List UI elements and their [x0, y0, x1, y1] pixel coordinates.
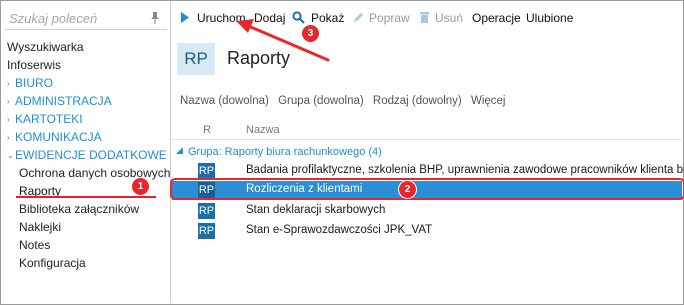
sidebar-item-naklejki[interactable]: Naklejki — [7, 218, 167, 236]
command-search — [5, 6, 167, 30]
sidebar-item-konfiguracja[interactable]: Konfiguracja — [7, 254, 167, 272]
chevron-down-icon: ◢ — [176, 145, 183, 155]
group-row[interactable]: ◢ Grupa: Raporty biura rachunkowego (4) — [172, 144, 682, 160]
report-icon: RP — [198, 163, 215, 179]
command-search-input[interactable] — [9, 8, 139, 28]
sidebar-group-administracja[interactable]: › ADMINISTRACJA — [7, 92, 167, 110]
report-name: Stan deklaracji skarbowych — [246, 204, 386, 216]
sidebar: Wyszukiwarka Infoserwis ›BIURO ›ADMINIST… — [1, 1, 171, 303]
chevron-right-icon: › — [7, 115, 10, 124]
chevron-right-icon: › — [7, 133, 10, 142]
step-badge-2: 2 — [399, 181, 416, 198]
sidebar-group-kartoteki[interactable]: › KARTOTEKI — [7, 110, 167, 128]
sidebar-item-biblioteka[interactable]: Biblioteka załączników — [7, 200, 167, 218]
sidebar-group-ewidencje-dodatkowe[interactable]: ⌄EWIDENCJE DODATKOWE — [7, 146, 167, 164]
trash-icon — [420, 12, 429, 23]
step-badge-1: 1 — [132, 178, 149, 195]
sidebar-item-wyszukiwarka[interactable]: Wyszukiwarka — [7, 38, 167, 56]
column-header-r[interactable]: R — [203, 124, 211, 136]
annotation-arrow — [236, 19, 330, 62]
chevron-right-icon: › — [7, 97, 10, 106]
sidebar-nav: Wyszukiwarka Infoserwis › BIURO › ADMINIST… — [7, 38, 170, 272]
favorites-menu[interactable]: Ulubione — [526, 10, 573, 26]
sidebar-item-notes[interactable]: Notes — [7, 236, 167, 254]
report-name: Badania profilaktyczne, szkolenia BHP, u… — [246, 164, 684, 176]
edit-button[interactable]: Popraw — [369, 10, 410, 26]
pencil-icon — [354, 13, 363, 22]
delete-button[interactable]: Usuń — [435, 10, 463, 26]
chevron-right-icon: › — [7, 79, 10, 88]
table-header: R Nazwa — [172, 120, 682, 140]
column-header-name[interactable]: Nazwa — [246, 124, 280, 136]
sidebar-item-infoserwis[interactable]: Infoserwis — [7, 56, 167, 74]
report-name: Stan e-Sprawozdawczości JPK_VAT — [246, 224, 433, 236]
group-label: Grupa: Raporty biura rachunkowego (4) — [188, 146, 382, 158]
filter-name[interactable]: Nazwa (dowolna) — [180, 95, 269, 107]
module-badge: RP — [177, 43, 215, 75]
operations-menu[interactable]: Operacje — [472, 10, 521, 26]
active-item-underline — [16, 196, 156, 198]
filter-type[interactable]: Rodzaj (dowolny) — [373, 95, 462, 107]
table-row[interactable]: RP Stan deklaracji skarbowych — [172, 202, 682, 221]
filter-bar: Nazwa (dowolna) Grupa (dowolna) Rodzaj (… — [180, 95, 512, 111]
table-row[interactable]: RP Stan e-Sprawozdawczości JPK_VAT — [172, 222, 682, 241]
play-icon — [181, 12, 189, 23]
chevron-down-icon: ⌄ — [7, 151, 14, 160]
selected-row-callout — [170, 178, 684, 200]
sidebar-group-biuro[interactable]: › BIURO — [7, 74, 167, 92]
filter-group[interactable]: Grupa (dowolna) — [278, 95, 364, 107]
report-icon: RP — [198, 203, 215, 219]
sidebar-group-komunikacja[interactable]: › KOMUNIKACJA — [7, 128, 167, 146]
pin-icon[interactable] — [149, 11, 161, 25]
filter-more[interactable]: Więcej — [471, 95, 506, 107]
report-icon: RP — [198, 223, 215, 239]
